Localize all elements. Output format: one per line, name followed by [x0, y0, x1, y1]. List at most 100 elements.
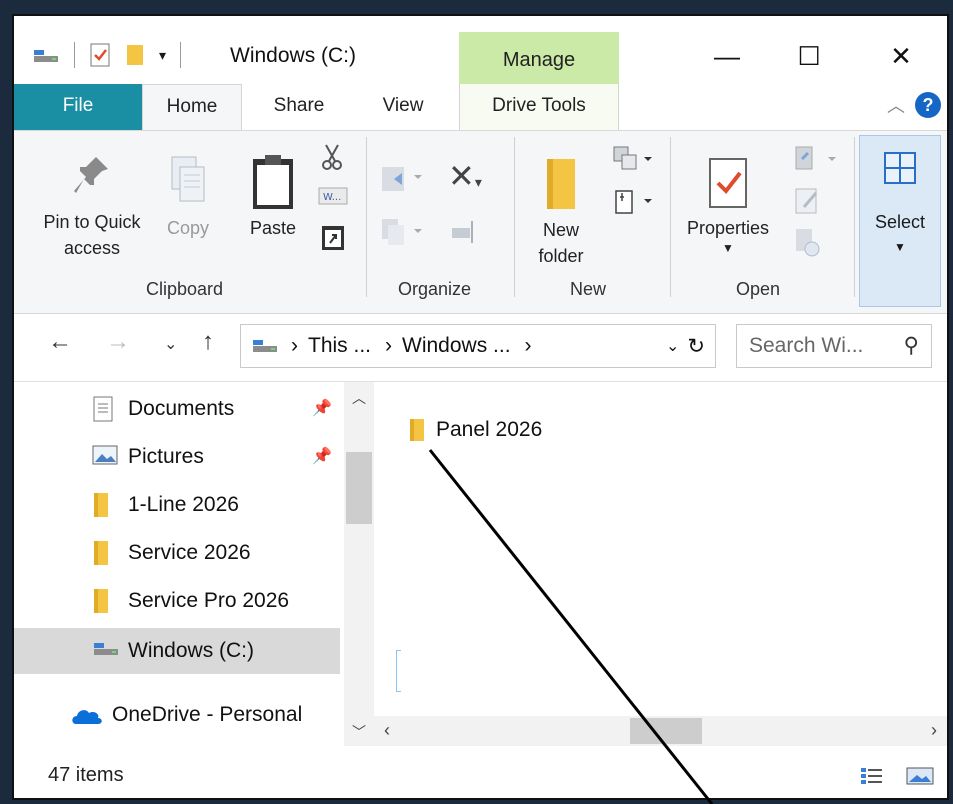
- copy-to-icon[interactable]: [380, 217, 424, 247]
- content-horizontal-scrollbar[interactable]: ‹ ›: [374, 716, 947, 746]
- folder-icon: [410, 419, 424, 441]
- up-arrow-icon[interactable]: ↑: [202, 328, 214, 356]
- nav-item-documents[interactable]: Documents 📌: [14, 386, 340, 432]
- svg-text:W...: W...: [323, 192, 341, 203]
- easy-access-icon[interactable]: [610, 187, 654, 217]
- tab-drive-tools[interactable]: Drive Tools: [459, 84, 619, 130]
- scroll-down-icon[interactable]: ﹀: [352, 722, 366, 742]
- qat-separator: [180, 42, 182, 68]
- nav-item-windows-drive[interactable]: Windows (C:): [14, 628, 340, 674]
- scroll-left-icon[interactable]: ‹: [384, 720, 390, 741]
- nav-pane-scrollbar[interactable]: ︿ ﹀: [344, 382, 374, 746]
- folder-item[interactable]: Panel 2026: [408, 418, 542, 442]
- properties-icon[interactable]: [89, 43, 111, 67]
- breadcrumb-chevron-icon[interactable]: ›: [525, 334, 532, 358]
- scroll-up-icon[interactable]: ︿: [352, 388, 366, 408]
- nav-item-label: 1-Line 2026: [128, 493, 239, 516]
- new-folder-button[interactable]: New folder: [526, 157, 596, 269]
- copy-button[interactable]: Copy: [158, 153, 218, 241]
- address-dropdown-icon[interactable]: ⌄: [666, 336, 679, 356]
- group-separator: [366, 137, 367, 297]
- group-separator: [854, 137, 855, 297]
- scrollbar-thumb[interactable]: [630, 718, 702, 744]
- delete-icon[interactable]: ✕▾: [448, 157, 482, 195]
- properties-button[interactable]: Properties ▼: [678, 157, 778, 255]
- move-to-icon[interactable]: [380, 163, 424, 193]
- nav-item-pictures[interactable]: Pictures 📌: [14, 434, 340, 480]
- new-folder-icon[interactable]: [125, 43, 145, 67]
- nav-item-folder[interactable]: Service 2026: [14, 530, 340, 576]
- clipboard-group-label: Clipboard: [146, 279, 224, 299]
- breadcrumb-chevron-icon[interactable]: ›: [385, 334, 392, 358]
- nav-item-label: Documents: [128, 397, 235, 420]
- copy-icon: [171, 156, 205, 202]
- breadcrumb-chevron-icon[interactable]: ›: [291, 334, 298, 358]
- nav-item-folder[interactable]: Service Pro 2026: [14, 578, 340, 624]
- search-icon: ⚲: [903, 334, 919, 357]
- drive-icon[interactable]: [32, 44, 60, 66]
- onedrive-cloud-icon: [72, 710, 102, 724]
- tab-share[interactable]: Share: [254, 84, 344, 130]
- help-icon[interactable]: ?: [915, 92, 941, 118]
- manage-contextual-tab[interactable]: Manage: [459, 32, 619, 90]
- scrollbar-thumb[interactable]: [346, 452, 372, 524]
- nav-item-label: Service Pro 2026: [128, 589, 290, 612]
- nav-item-folder[interactable]: 1-Line 2026: [14, 482, 340, 528]
- address-bar[interactable]: › This ... › Windows ... › ⌄ ↻: [240, 324, 716, 368]
- back-arrow-icon[interactable]: ←: [48, 328, 72, 356]
- paste-label: Paste: [249, 218, 297, 238]
- search-box[interactable]: Search Wi... ⚲: [736, 324, 932, 368]
- navigation-pane: Documents 📌 Pictures 📌 1-Line 2026 Servi…: [14, 382, 344, 746]
- pin-to-quick-access-button[interactable]: Pin to Quick access: [34, 153, 150, 261]
- ribbon-tabs: File Home Share View Drive Tools: [14, 84, 947, 131]
- details-view-icon[interactable]: [860, 766, 884, 786]
- minimize-button[interactable]: —: [704, 40, 750, 76]
- refresh-icon[interactable]: ↻: [687, 334, 705, 359]
- pin-label-2: access: [63, 238, 121, 258]
- open-icon[interactable]: [794, 145, 838, 173]
- pin-label-1: Pin to Quick: [43, 212, 141, 232]
- rename-icon[interactable]: [450, 219, 480, 245]
- properties-dropdown-icon[interactable]: ▼: [678, 241, 778, 255]
- drive-icon: [253, 340, 277, 352]
- tab-view[interactable]: View: [362, 84, 444, 130]
- history-icon[interactable]: [794, 227, 822, 257]
- nav-item-onedrive[interactable]: OneDrive - Personal: [14, 692, 340, 738]
- close-button[interactable]: ✕: [878, 40, 924, 76]
- copy-path-icon[interactable]: W...: [318, 187, 348, 205]
- recent-locations-icon[interactable]: ⌄: [164, 334, 177, 354]
- file-list: Panel 2026: [374, 382, 947, 714]
- folder-name: Panel 2026: [436, 418, 543, 441]
- breadcrumb-this-pc[interactable]: This ...: [308, 334, 371, 358]
- qat-separator: [74, 42, 75, 68]
- cut-icon[interactable]: [320, 143, 344, 171]
- new-item-icon[interactable]: [610, 145, 654, 175]
- paste-button[interactable]: Paste: [240, 153, 306, 241]
- new-folder-label-2: folder: [538, 246, 584, 266]
- breadcrumb-windows-drive[interactable]: Windows ...: [402, 334, 511, 358]
- status-bar: 47 items: [14, 750, 947, 798]
- collapse-ribbon-icon[interactable]: ︿: [887, 92, 905, 118]
- properties-label: Properties: [686, 218, 770, 238]
- paste-shortcut-icon[interactable]: [320, 223, 346, 251]
- ribbon: Pin to Quick access Copy Paste W... Clip…: [14, 130, 947, 314]
- folder-icon: [94, 541, 108, 565]
- edit-icon[interactable]: [794, 187, 822, 215]
- new-group-label: New: [570, 279, 607, 299]
- forward-arrow-icon[interactable]: →: [106, 328, 130, 356]
- select-button[interactable]: Select ▼: [859, 135, 941, 307]
- customize-qat-icon[interactable]: ▾: [159, 47, 166, 64]
- pin-icon: 📌: [312, 448, 332, 465]
- paste-icon: [253, 155, 293, 209]
- scroll-right-icon[interactable]: ›: [931, 720, 937, 741]
- tab-file[interactable]: File: [14, 84, 142, 130]
- maximize-button[interactable]: ☐: [786, 40, 832, 76]
- item-count: 47 items: [48, 764, 124, 786]
- tab-home[interactable]: Home: [142, 84, 242, 131]
- select-icon: [884, 152, 916, 184]
- large-icons-view-icon[interactable]: [906, 766, 934, 786]
- pin-icon: [74, 157, 108, 193]
- copy-label: Copy: [166, 218, 210, 238]
- documents-icon: [93, 396, 113, 422]
- search-input[interactable]: Search Wi...: [749, 334, 863, 357]
